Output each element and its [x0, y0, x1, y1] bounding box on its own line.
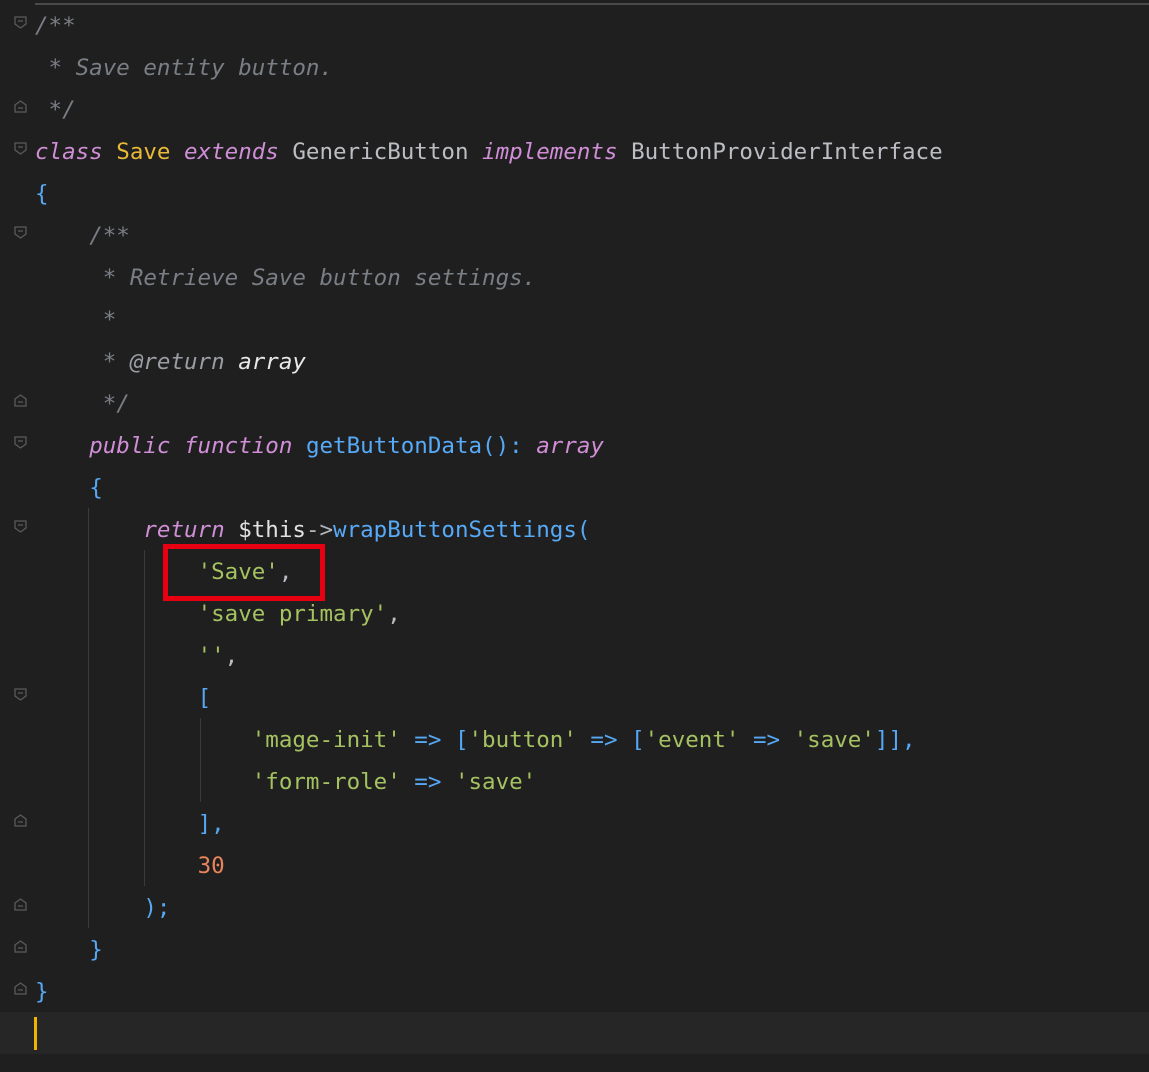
- number-literal: 30: [197, 853, 225, 879]
- code-line: {: [35, 173, 49, 215]
- string-literal: 'save primary': [197, 601, 388, 627]
- keyword-class: class: [35, 139, 103, 165]
- code-line: }: [35, 929, 103, 971]
- bracket: [: [631, 727, 645, 753]
- fold-end-icon[interactable]: [14, 100, 27, 113]
- code-line: }: [35, 971, 49, 1013]
- array-key: 'event': [644, 727, 740, 753]
- fold-collapse-icon[interactable]: [14, 520, 27, 533]
- doc-comment: /**: [89, 223, 130, 249]
- array-key: 'mage-init': [251, 727, 401, 753]
- doc-comment: *: [89, 349, 130, 375]
- bracket: [: [197, 685, 212, 711]
- this-variable: $this: [238, 517, 306, 543]
- code-line: */: [35, 89, 76, 131]
- doc-return-type: array: [238, 349, 306, 375]
- code-line: * Retrieve Save button settings.: [35, 257, 537, 299]
- interface-name: ButtonProviderInterface: [631, 139, 943, 165]
- function-name: getButtonData: [305, 433, 483, 459]
- fold-end-icon[interactable]: [14, 982, 27, 995]
- code-line: 30: [35, 845, 225, 887]
- string-literal: 'save': [454, 769, 537, 795]
- keyword-public: public: [89, 433, 171, 459]
- code-line: {: [35, 467, 103, 509]
- array-key: 'form-role': [251, 769, 401, 795]
- code-line: */: [35, 383, 130, 425]
- code-line: class Save extends GenericButton impleme…: [35, 131, 943, 173]
- paren: (: [576, 517, 591, 543]
- doc-comment: * Save entity button.: [35, 55, 334, 81]
- doc-comment: */: [35, 97, 76, 123]
- code-line: /**: [35, 5, 76, 47]
- return-type: array: [536, 433, 604, 459]
- code-line: * Save entity button.: [35, 47, 333, 89]
- code-editor[interactable]: /** * Save entity button. */ class Save …: [0, 0, 1149, 1072]
- arrow-operator: ->: [305, 517, 334, 543]
- fold-collapse-icon[interactable]: [14, 688, 27, 701]
- bracket: ],: [197, 811, 225, 837]
- keyword-function: function: [184, 433, 293, 459]
- method-call: wrapButtonSettings: [333, 517, 577, 543]
- fold-collapse-icon[interactable]: [14, 142, 27, 155]
- brace: {: [35, 181, 49, 207]
- keyword-extends: extends: [184, 139, 279, 165]
- doc-comment: */: [89, 391, 130, 417]
- doc-comment: * Retrieve Save button settings.: [89, 265, 537, 291]
- class-name: Save: [116, 139, 171, 165]
- parent-class: GenericButton: [292, 139, 469, 165]
- arrow-operator: =>: [400, 769, 455, 795]
- fold-end-icon[interactable]: [14, 940, 27, 953]
- editor-gutter: [0, 0, 32, 1072]
- fold-end-icon[interactable]: [14, 898, 27, 911]
- code-line: * @return array: [35, 341, 306, 383]
- text-caret: [34, 1017, 37, 1050]
- arrow-operator: =>: [576, 727, 632, 753]
- brace: {: [89, 475, 103, 501]
- code-line: );: [35, 887, 170, 929]
- code-line: *: [35, 299, 117, 341]
- brace: }: [35, 979, 49, 1005]
- code-line: public function getButtonData(): array: [35, 425, 604, 467]
- code-line: 'form-role' => 'save': [35, 761, 536, 803]
- editor-top-border: [35, 3, 1149, 5]
- parens: ():: [482, 433, 523, 459]
- doc-comment: *: [89, 307, 117, 333]
- code-line: /**: [35, 215, 130, 257]
- arrow-operator: =>: [400, 727, 455, 753]
- paren: );: [143, 895, 171, 921]
- keyword-return: return: [143, 517, 225, 543]
- fold-collapse-icon[interactable]: [14, 16, 27, 29]
- comma: ,: [224, 643, 239, 669]
- bracket: ]],: [874, 727, 916, 753]
- annotation-highlight-box: [163, 544, 325, 601]
- brace: }: [89, 937, 103, 963]
- code-line: [: [35, 677, 212, 719]
- fold-end-icon[interactable]: [14, 814, 27, 827]
- string-literal: 'save': [793, 727, 875, 753]
- comma: ,: [387, 601, 401, 627]
- code-line: '',: [35, 635, 239, 677]
- array-key: 'button': [468, 727, 577, 753]
- doc-comment: /**: [35, 13, 76, 39]
- string-literal: '': [197, 643, 225, 669]
- code-line: 'mage-init' => ['button' => ['event' => …: [35, 719, 916, 761]
- fold-collapse-icon[interactable]: [14, 226, 27, 239]
- keyword-implements: implements: [482, 139, 618, 165]
- fold-collapse-icon[interactable]: [14, 436, 27, 449]
- doc-return-tag: @return: [129, 349, 225, 375]
- current-line-highlight: [0, 1012, 1149, 1054]
- code-line: ],: [35, 803, 225, 845]
- bracket: [: [454, 727, 469, 753]
- fold-end-icon[interactable]: [14, 394, 27, 407]
- arrow-operator: =>: [739, 727, 794, 753]
